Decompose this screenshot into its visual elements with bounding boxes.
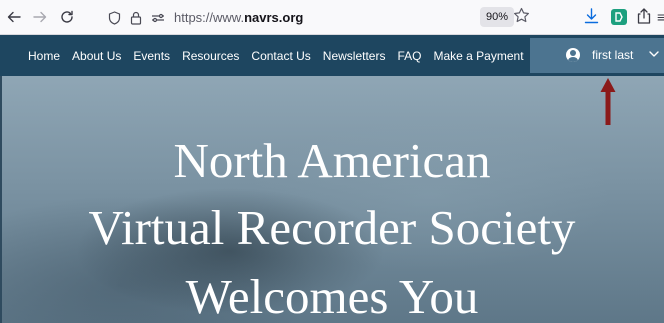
browser-toolbar: https://www.navrs.org 90% ≡ xyxy=(0,0,664,35)
nav-item-contact-us[interactable]: Contact Us xyxy=(251,49,310,63)
menu-icon[interactable]: ≡ xyxy=(657,8,664,26)
lock-icon[interactable] xyxy=(130,11,142,25)
download-icon[interactable] xyxy=(583,7,600,30)
extension-icon[interactable] xyxy=(611,9,627,25)
url-text[interactable]: https://www.navrs.org xyxy=(174,10,303,25)
nav-item-about-us[interactable]: About Us xyxy=(72,49,121,63)
permissions-icon[interactable] xyxy=(151,12,165,24)
nav-item-faq[interactable]: FAQ xyxy=(397,49,421,63)
reload-icon[interactable] xyxy=(57,7,77,27)
share-icon[interactable] xyxy=(636,7,652,30)
url-prefix: https://www. xyxy=(174,10,245,25)
frame-edge xyxy=(0,76,2,323)
zoom-level-badge[interactable]: 90% xyxy=(480,7,515,27)
nav-menu: Home About Us Events Resources Contact U… xyxy=(28,35,536,76)
chevron-down-icon xyxy=(648,47,660,65)
hero-title-line-3: Welcomes You xyxy=(185,269,479,323)
url-bar[interactable]: https://www.navrs.org xyxy=(108,5,544,30)
bookmark-star-icon[interactable] xyxy=(513,7,530,29)
user-name: first last xyxy=(592,48,634,62)
shield-icon[interactable] xyxy=(108,10,121,25)
url-domain: navrs.org xyxy=(244,10,304,25)
forward-arrow-icon[interactable] xyxy=(30,7,50,27)
back-arrow-icon[interactable] xyxy=(4,7,24,27)
hero-banner: North American Virtual Recorder Society … xyxy=(0,76,664,323)
hero-title-line-1: North American xyxy=(173,133,491,188)
annotation-arrow-icon xyxy=(600,78,616,125)
nav-item-newsletters[interactable]: Newsletters xyxy=(323,49,386,63)
nav-item-events[interactable]: Events xyxy=(133,49,170,63)
nav-item-resources[interactable]: Resources xyxy=(182,49,239,63)
user-avatar-icon xyxy=(566,48,580,62)
nav-item-make-a-payment[interactable]: Make a Payment xyxy=(433,49,523,63)
user-menu-button[interactable]: first last xyxy=(530,38,664,73)
nav-item-home[interactable]: Home xyxy=(28,49,60,63)
site-nav: Home About Us Events Resources Contact U… xyxy=(0,35,664,76)
hero-title-line-2: Virtual Recorder Society xyxy=(88,200,576,255)
